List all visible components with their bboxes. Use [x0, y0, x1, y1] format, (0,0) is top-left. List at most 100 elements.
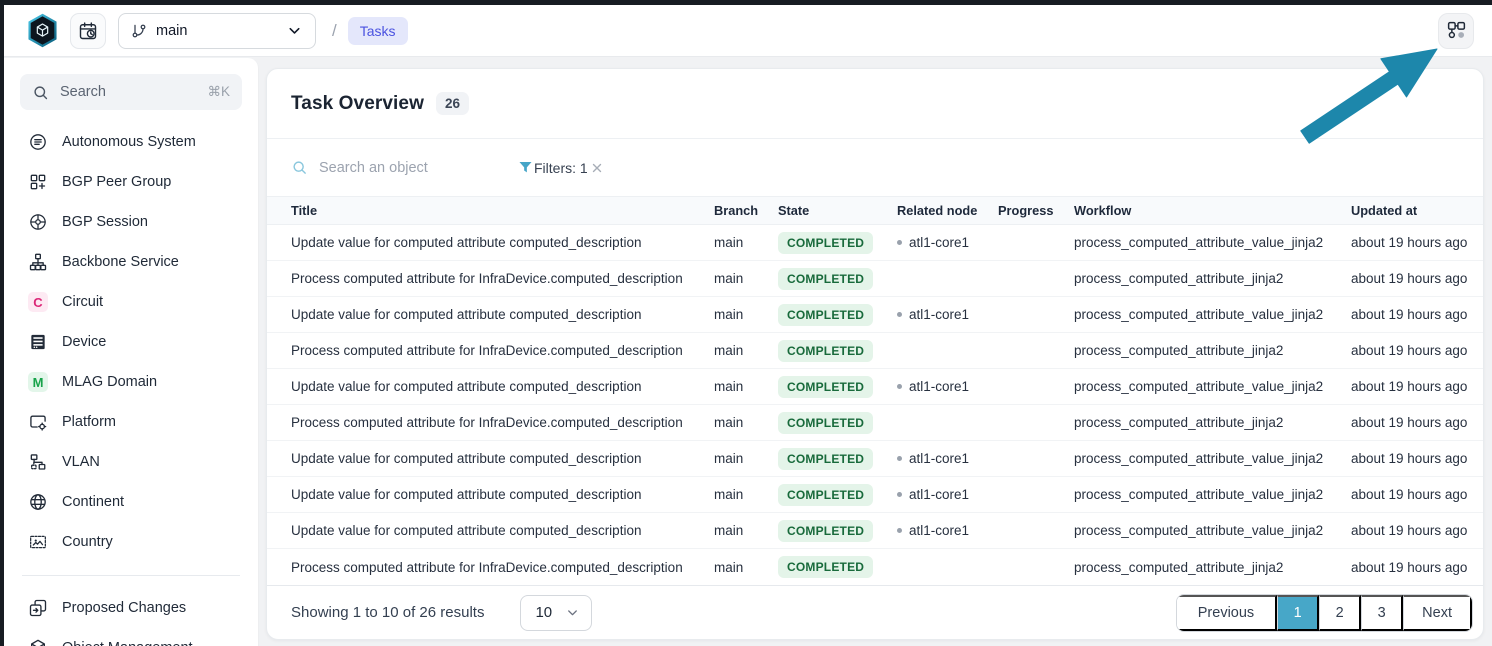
related-node: atl1-core1	[909, 451, 969, 466]
vlan-icon	[28, 452, 48, 472]
sidebar-item-label: Autonomous System	[62, 134, 196, 150]
sidebar: Search ⌘K Autonomous System BGP Peer Gro…	[4, 58, 258, 646]
related-node: atl1-core1	[909, 379, 969, 394]
related-node: atl1-core1	[909, 487, 969, 502]
page-3-button[interactable]: 3	[1361, 595, 1403, 631]
task-branch: main	[714, 415, 778, 430]
table-row[interactable]: Update value for computed attribute comp…	[267, 513, 1483, 549]
object-search-input[interactable]	[319, 160, 499, 176]
task-updated-at: about 19 hours ago	[1351, 379, 1483, 394]
sidebar-item-proposed-changes[interactable]: Proposed Changes	[20, 588, 242, 628]
task-title: Update value for computed attribute comp…	[267, 235, 714, 250]
sidebar-item-backbone-service[interactable]: Backbone Service	[20, 242, 242, 282]
sidebar-item-country[interactable]: Country	[20, 522, 242, 562]
task-workflow: process_computed_attribute_jinja2	[1074, 271, 1351, 286]
sidebar-item-platform[interactable]: Platform	[20, 402, 242, 442]
task-count-badge: 26	[436, 92, 469, 115]
related-node: atl1-core1	[909, 307, 969, 322]
sidebar-search-placeholder: Search	[60, 84, 106, 100]
sidebar-item-autonomous-system[interactable]: Autonomous System	[20, 122, 242, 162]
sidebar-item-circuit[interactable]: C Circuit	[20, 282, 242, 322]
sidebar-item-vlan[interactable]: VLAN	[20, 442, 242, 482]
branch-selector[interactable]: main	[118, 13, 316, 49]
card-header: Task Overview 26	[267, 69, 1483, 139]
results-summary: Showing 1 to 10 of 26 results	[291, 604, 484, 621]
sidebar-item-device[interactable]: Device	[20, 322, 242, 362]
sidebar-item-label: Platform	[62, 414, 116, 430]
task-branch: main	[714, 379, 778, 394]
table-row[interactable]: Update value for computed attribute comp…	[267, 477, 1483, 513]
status-badge: COMPLETED	[778, 556, 873, 578]
bgp-peer-group-icon	[28, 172, 48, 192]
column-header-title[interactable]: Title	[267, 203, 714, 218]
related-node-cell: atl1-core1	[897, 235, 998, 250]
sidebar-divider	[22, 575, 240, 576]
sidebar-search[interactable]: Search ⌘K	[20, 74, 242, 110]
page-1-button[interactable]: 1	[1277, 595, 1319, 631]
time-travel-button[interactable]	[70, 13, 106, 49]
object-management-icon	[28, 638, 48, 646]
sidebar-item-continent[interactable]: Continent	[20, 482, 242, 522]
task-branch: main	[714, 451, 778, 466]
table-row[interactable]: Update value for computed attribute comp…	[267, 225, 1483, 261]
task-updated-at: about 19 hours ago	[1351, 415, 1483, 430]
window-border-left	[0, 0, 4, 646]
table-row[interactable]: Update value for computed attribute comp…	[267, 297, 1483, 333]
previous-page-button[interactable]: Previous	[1177, 595, 1277, 631]
schema-visualizer-button[interactable]	[1438, 13, 1474, 49]
pagination: Previous 1 2 3 Next	[1176, 594, 1473, 632]
column-header-branch[interactable]: Branch	[714, 203, 778, 218]
column-header-updated-at[interactable]: Updated at	[1351, 203, 1483, 218]
task-updated-at: about 19 hours ago	[1351, 307, 1483, 322]
filters-count-label[interactable]: Filters: 1	[534, 160, 588, 176]
column-header-related-node[interactable]: Related node	[897, 203, 998, 218]
table-header-row: Title Branch State Related node Progress…	[267, 196, 1483, 225]
column-header-state[interactable]: State	[778, 203, 897, 218]
related-node-cell: atl1-core1	[897, 451, 998, 466]
task-workflow: process_computed_attribute_value_jinja2	[1074, 487, 1351, 502]
app-logo-hexagon-icon	[27, 13, 58, 48]
sidebar-item-label: BGP Peer Group	[62, 174, 171, 190]
related-node-cell: atl1-core1	[897, 379, 998, 394]
task-updated-at: about 19 hours ago	[1351, 235, 1483, 250]
task-updated-at: about 19 hours ago	[1351, 523, 1483, 538]
sidebar-item-label: Proposed Changes	[62, 600, 186, 616]
app-logo[interactable]	[26, 13, 58, 49]
related-node-cell: atl1-core1	[897, 307, 998, 322]
table-row[interactable]: Process computed attribute for InfraDevi…	[267, 333, 1483, 369]
table-footer: Showing 1 to 10 of 26 results 10 Previou…	[267, 585, 1483, 639]
page-2-button[interactable]: 2	[1319, 595, 1361, 631]
status-badge: COMPLETED	[778, 448, 873, 470]
status-badge: COMPLETED	[778, 412, 873, 434]
page-size-select[interactable]: 10	[520, 595, 592, 631]
sidebar-item-mlag-domain[interactable]: M MLAG Domain	[20, 362, 242, 402]
sidebar-item-label: Continent	[62, 494, 124, 510]
task-workflow: process_computed_attribute_value_jinja2	[1074, 451, 1351, 466]
backbone-service-icon	[28, 252, 48, 272]
task-workflow: process_computed_attribute_jinja2	[1074, 415, 1351, 430]
calendar-clock-icon	[78, 21, 98, 41]
topbar: main / Tasks	[4, 5, 1492, 57]
table-row[interactable]: Update value for computed attribute comp…	[267, 369, 1483, 405]
status-badge: COMPLETED	[778, 304, 873, 326]
search-shortcut: ⌘K	[207, 84, 230, 100]
next-page-button[interactable]: Next	[1403, 595, 1472, 631]
object-search[interactable]	[291, 159, 517, 176]
table-row[interactable]: Update value for computed attribute comp…	[267, 441, 1483, 477]
breadcrumb-tasks[interactable]: Tasks	[348, 17, 408, 45]
task-updated-at: about 19 hours ago	[1351, 487, 1483, 502]
sidebar-item-label: Backbone Service	[62, 254, 179, 270]
sidebar-item-label: Circuit	[62, 294, 103, 310]
page-size-value: 10	[535, 604, 552, 621]
clear-filters-button[interactable]	[588, 159, 606, 177]
column-header-workflow[interactable]: Workflow	[1074, 203, 1351, 218]
task-workflow: process_computed_attribute_jinja2	[1074, 560, 1351, 575]
sidebar-item-bgp-session[interactable]: BGP Session	[20, 202, 242, 242]
sidebar-item-object-management[interactable]: Object Management	[20, 628, 242, 646]
table-row[interactable]: Process computed attribute for InfraDevi…	[267, 549, 1483, 585]
table-row[interactable]: Process computed attribute for InfraDevi…	[267, 261, 1483, 297]
table-row[interactable]: Process computed attribute for InfraDevi…	[267, 405, 1483, 441]
sidebar-item-bgp-peer-group[interactable]: BGP Peer Group	[20, 162, 242, 202]
column-header-progress[interactable]: Progress	[998, 203, 1074, 218]
task-title: Process computed attribute for InfraDevi…	[267, 271, 714, 286]
